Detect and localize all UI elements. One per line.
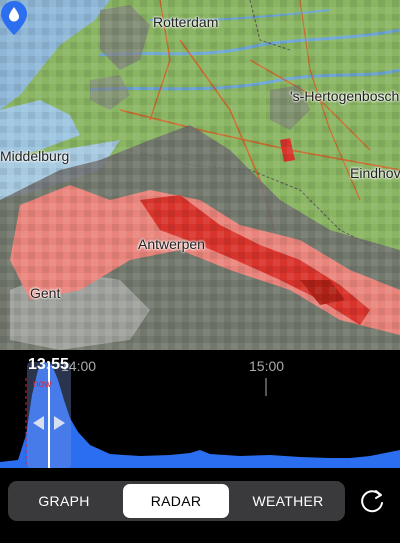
view-segmented-control: GRAPH RADAR WEATHER [8,481,345,521]
city-label-antwerpen: Antwerpen [138,236,205,252]
city-label-hertogenbosch: 's-Hertogenbosch [290,88,400,104]
time-scrubber[interactable] [27,362,71,468]
tick-label-1500: 15:00 [249,358,285,374]
tab-radar[interactable]: RADAR [123,484,229,518]
city-label-middelburg: Middelburg [0,148,70,164]
tab-graph[interactable]: GRAPH [11,484,117,518]
scrubber-arrows-icon[interactable] [32,414,66,432]
now-label: now [33,379,52,390]
refresh-icon[interactable] [356,485,388,517]
current-time-label: 13:55 [28,356,69,373]
radar-map[interactable]: Rotterdam 's-Hertogenbosch Middelburg Ei… [0,0,400,350]
city-label-gent: Gent [30,285,61,301]
tab-weather[interactable]: WEATHER [235,484,341,518]
city-label-eindhoven: Eindhoven [350,165,400,181]
location-pin-icon[interactable] [0,0,28,36]
city-label-rotterdam: Rotterdam [153,14,219,30]
